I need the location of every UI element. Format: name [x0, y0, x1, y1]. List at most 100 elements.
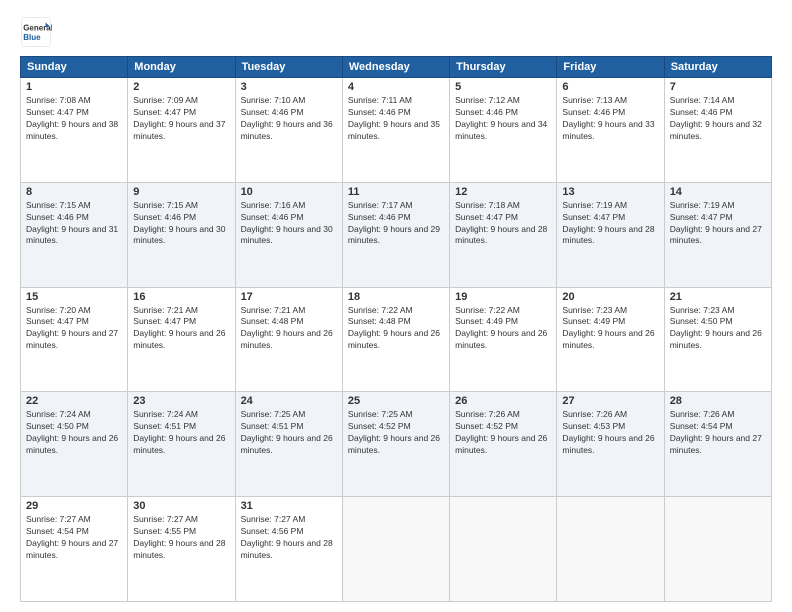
- day-number: 9: [133, 186, 229, 198]
- calendar-day-19: 19 Sunrise: 7:22 AM Sunset: 4:49 PM Dayl…: [450, 287, 557, 392]
- day-info: Sunrise: 7:19 AM Sunset: 4:47 PM Dayligh…: [670, 200, 766, 248]
- calendar-day-29: 29 Sunrise: 7:27 AM Sunset: 4:54 PM Dayl…: [21, 497, 128, 602]
- calendar-day-27: 27 Sunrise: 7:26 AM Sunset: 4:53 PM Dayl…: [557, 392, 664, 497]
- day-number: 14: [670, 186, 766, 198]
- calendar-week-4: 22 Sunrise: 7:24 AM Sunset: 4:50 PM Dayl…: [21, 392, 772, 497]
- empty-cell: [557, 497, 664, 602]
- weekday-header-friday: Friday: [557, 57, 664, 78]
- day-number: 19: [455, 291, 551, 303]
- day-info: Sunrise: 7:24 AM Sunset: 4:51 PM Dayligh…: [133, 409, 229, 457]
- empty-cell: [342, 497, 449, 602]
- day-number: 2: [133, 81, 229, 93]
- day-number: 30: [133, 500, 229, 512]
- calendar-day-3: 3 Sunrise: 7:10 AM Sunset: 4:46 PM Dayli…: [235, 78, 342, 183]
- day-info: Sunrise: 7:26 AM Sunset: 4:53 PM Dayligh…: [562, 409, 658, 457]
- logo: General Blue: [20, 16, 52, 48]
- day-info: Sunrise: 7:25 AM Sunset: 4:51 PM Dayligh…: [241, 409, 337, 457]
- calendar-week-3: 15 Sunrise: 7:20 AM Sunset: 4:47 PM Dayl…: [21, 287, 772, 392]
- calendar-day-6: 6 Sunrise: 7:13 AM Sunset: 4:46 PM Dayli…: [557, 78, 664, 183]
- day-info: Sunrise: 7:26 AM Sunset: 4:52 PM Dayligh…: [455, 409, 551, 457]
- day-number: 5: [455, 81, 551, 93]
- day-info: Sunrise: 7:21 AM Sunset: 4:48 PM Dayligh…: [241, 305, 337, 353]
- calendar-table: SundayMondayTuesdayWednesdayThursdayFrid…: [20, 56, 772, 602]
- day-number: 24: [241, 395, 337, 407]
- day-info: Sunrise: 7:14 AM Sunset: 4:46 PM Dayligh…: [670, 95, 766, 143]
- calendar-day-10: 10 Sunrise: 7:16 AM Sunset: 4:46 PM Dayl…: [235, 182, 342, 287]
- weekday-header-saturday: Saturday: [664, 57, 771, 78]
- calendar-day-18: 18 Sunrise: 7:22 AM Sunset: 4:48 PM Dayl…: [342, 287, 449, 392]
- calendar-body: 1 Sunrise: 7:08 AM Sunset: 4:47 PM Dayli…: [21, 78, 772, 602]
- day-number: 25: [348, 395, 444, 407]
- day-number: 4: [348, 81, 444, 93]
- day-info: Sunrise: 7:12 AM Sunset: 4:46 PM Dayligh…: [455, 95, 551, 143]
- day-info: Sunrise: 7:11 AM Sunset: 4:46 PM Dayligh…: [348, 95, 444, 143]
- calendar-day-1: 1 Sunrise: 7:08 AM Sunset: 4:47 PM Dayli…: [21, 78, 128, 183]
- calendar-day-24: 24 Sunrise: 7:25 AM Sunset: 4:51 PM Dayl…: [235, 392, 342, 497]
- day-info: Sunrise: 7:15 AM Sunset: 4:46 PM Dayligh…: [133, 200, 229, 248]
- day-number: 3: [241, 81, 337, 93]
- day-number: 26: [455, 395, 551, 407]
- day-number: 6: [562, 81, 658, 93]
- day-number: 18: [348, 291, 444, 303]
- day-number: 11: [348, 186, 444, 198]
- day-info: Sunrise: 7:27 AM Sunset: 4:56 PM Dayligh…: [241, 514, 337, 562]
- day-number: 8: [26, 186, 122, 198]
- calendar-day-23: 23 Sunrise: 7:24 AM Sunset: 4:51 PM Dayl…: [128, 392, 235, 497]
- weekday-header-thursday: Thursday: [450, 57, 557, 78]
- day-info: Sunrise: 7:09 AM Sunset: 4:47 PM Dayligh…: [133, 95, 229, 143]
- weekday-header-monday: Monday: [128, 57, 235, 78]
- calendar-day-2: 2 Sunrise: 7:09 AM Sunset: 4:47 PM Dayli…: [128, 78, 235, 183]
- day-info: Sunrise: 7:08 AM Sunset: 4:47 PM Dayligh…: [26, 95, 122, 143]
- empty-cell: [450, 497, 557, 602]
- calendar-day-22: 22 Sunrise: 7:24 AM Sunset: 4:50 PM Dayl…: [21, 392, 128, 497]
- day-number: 27: [562, 395, 658, 407]
- calendar-day-8: 8 Sunrise: 7:15 AM Sunset: 4:46 PM Dayli…: [21, 182, 128, 287]
- day-info: Sunrise: 7:22 AM Sunset: 4:48 PM Dayligh…: [348, 305, 444, 353]
- day-number: 13: [562, 186, 658, 198]
- weekday-header-wednesday: Wednesday: [342, 57, 449, 78]
- day-number: 1: [26, 81, 122, 93]
- day-number: 15: [26, 291, 122, 303]
- calendar-day-7: 7 Sunrise: 7:14 AM Sunset: 4:46 PM Dayli…: [664, 78, 771, 183]
- day-number: 28: [670, 395, 766, 407]
- day-info: Sunrise: 7:22 AM Sunset: 4:49 PM Dayligh…: [455, 305, 551, 353]
- calendar-day-20: 20 Sunrise: 7:23 AM Sunset: 4:49 PM Dayl…: [557, 287, 664, 392]
- day-number: 22: [26, 395, 122, 407]
- calendar-header: SundayMondayTuesdayWednesdayThursdayFrid…: [21, 57, 772, 78]
- day-number: 12: [455, 186, 551, 198]
- calendar-day-28: 28 Sunrise: 7:26 AM Sunset: 4:54 PM Dayl…: [664, 392, 771, 497]
- calendar-day-16: 16 Sunrise: 7:21 AM Sunset: 4:47 PM Dayl…: [128, 287, 235, 392]
- day-number: 7: [670, 81, 766, 93]
- calendar-day-15: 15 Sunrise: 7:20 AM Sunset: 4:47 PM Dayl…: [21, 287, 128, 392]
- logo-icon: General Blue: [20, 16, 52, 48]
- calendar-day-30: 30 Sunrise: 7:27 AM Sunset: 4:55 PM Dayl…: [128, 497, 235, 602]
- day-info: Sunrise: 7:16 AM Sunset: 4:46 PM Dayligh…: [241, 200, 337, 248]
- calendar-day-4: 4 Sunrise: 7:11 AM Sunset: 4:46 PM Dayli…: [342, 78, 449, 183]
- day-info: Sunrise: 7:17 AM Sunset: 4:46 PM Dayligh…: [348, 200, 444, 248]
- calendar-page: General Blue SundayMondayTuesdayWednesda…: [0, 0, 792, 612]
- empty-cell: [664, 497, 771, 602]
- day-number: 23: [133, 395, 229, 407]
- svg-text:Blue: Blue: [23, 33, 41, 42]
- day-info: Sunrise: 7:10 AM Sunset: 4:46 PM Dayligh…: [241, 95, 337, 143]
- calendar-day-14: 14 Sunrise: 7:19 AM Sunset: 4:47 PM Dayl…: [664, 182, 771, 287]
- day-number: 21: [670, 291, 766, 303]
- calendar-day-26: 26 Sunrise: 7:26 AM Sunset: 4:52 PM Dayl…: [450, 392, 557, 497]
- day-info: Sunrise: 7:27 AM Sunset: 4:54 PM Dayligh…: [26, 514, 122, 562]
- day-info: Sunrise: 7:13 AM Sunset: 4:46 PM Dayligh…: [562, 95, 658, 143]
- page-header: General Blue: [20, 16, 772, 48]
- calendar-week-1: 1 Sunrise: 7:08 AM Sunset: 4:47 PM Dayli…: [21, 78, 772, 183]
- day-info: Sunrise: 7:23 AM Sunset: 4:50 PM Dayligh…: [670, 305, 766, 353]
- calendar-day-21: 21 Sunrise: 7:23 AM Sunset: 4:50 PM Dayl…: [664, 287, 771, 392]
- calendar-day-12: 12 Sunrise: 7:18 AM Sunset: 4:47 PM Dayl…: [450, 182, 557, 287]
- day-info: Sunrise: 7:15 AM Sunset: 4:46 PM Dayligh…: [26, 200, 122, 248]
- day-info: Sunrise: 7:27 AM Sunset: 4:55 PM Dayligh…: [133, 514, 229, 562]
- day-number: 17: [241, 291, 337, 303]
- day-number: 10: [241, 186, 337, 198]
- day-info: Sunrise: 7:21 AM Sunset: 4:47 PM Dayligh…: [133, 305, 229, 353]
- calendar-day-17: 17 Sunrise: 7:21 AM Sunset: 4:48 PM Dayl…: [235, 287, 342, 392]
- day-info: Sunrise: 7:19 AM Sunset: 4:47 PM Dayligh…: [562, 200, 658, 248]
- weekday-header-sunday: Sunday: [21, 57, 128, 78]
- day-info: Sunrise: 7:23 AM Sunset: 4:49 PM Dayligh…: [562, 305, 658, 353]
- day-info: Sunrise: 7:25 AM Sunset: 4:52 PM Dayligh…: [348, 409, 444, 457]
